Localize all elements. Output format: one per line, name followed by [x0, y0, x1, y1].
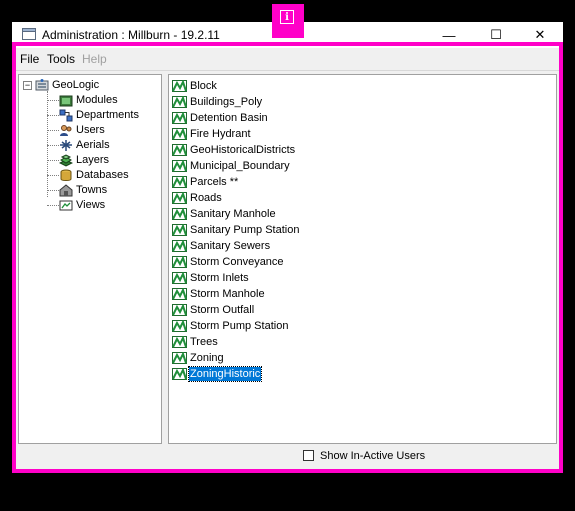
list-item[interactable]: Roads — [172, 190, 223, 205]
list-item[interactable]: Municipal_Boundary — [172, 158, 291, 173]
minimize-button[interactable]: — — [426, 22, 472, 48]
list-item[interactable]: Sanitary Pump Station — [172, 222, 300, 237]
list-item[interactable]: Buildings_Poly — [172, 94, 263, 109]
close-button[interactable]: ✕ — [517, 22, 563, 48]
tree-item-views[interactable]: Views — [47, 198, 105, 212]
tree-root-geologic[interactable]: − GeoLogic — [23, 78, 99, 92]
map-layer-icon — [172, 351, 187, 364]
modules-icon — [59, 95, 73, 106]
show-inactive-label[interactable]: Show In-Active Users — [320, 450, 425, 462]
app-icon — [22, 28, 36, 40]
list-item[interactable]: Sanitary Manhole — [172, 206, 277, 221]
menu-tools[interactable]: Tools — [47, 52, 75, 66]
tree-item-departments[interactable]: Departments — [47, 108, 139, 122]
list-item[interactable]: GeoHistoricalDistricts — [172, 142, 296, 157]
map-layer-icon — [172, 191, 187, 204]
list-item[interactable]: Fire Hydrant — [172, 126, 252, 141]
aerials-icon — [60, 139, 72, 151]
map-layer-icon — [172, 335, 187, 348]
server-icon — [35, 78, 49, 90]
collapse-toggle-icon[interactable]: − — [23, 80, 32, 90]
users-icon — [60, 124, 72, 136]
map-layer-icon — [172, 175, 187, 188]
tree-item-databases[interactable]: Databases — [47, 168, 129, 182]
show-inactive-checkbox[interactable] — [303, 450, 314, 461]
tree-item-towns[interactable]: Towns — [47, 183, 107, 197]
tree-item-layers[interactable]: Layers — [47, 153, 109, 167]
map-layer-icon — [172, 223, 187, 236]
map-layer-icon — [172, 207, 187, 220]
navigation-tree[interactable]: − GeoLogic Modules Departments Users Aer… — [18, 74, 162, 444]
tree-item-aerials[interactable]: Aerials — [47, 138, 110, 152]
list-item[interactable]: Block — [172, 78, 218, 93]
list-item[interactable]: Sanitary Sewers — [172, 238, 271, 253]
admin-window: Administration : Millburn - 19.2.11 — ☐ … — [12, 22, 563, 469]
menu-file[interactable]: File — [20, 52, 39, 66]
databases-icon — [60, 169, 72, 181]
towns-icon — [59, 183, 73, 196]
maximize-button[interactable]: ☐ — [473, 22, 519, 48]
map-layer-icon — [172, 319, 187, 332]
map-layer-icon — [172, 287, 187, 300]
list-item[interactable]: Zoning — [172, 350, 225, 365]
list-item[interactable]: Trees — [172, 334, 219, 349]
layers-list[interactable]: Block Buildings_Poly Detention Basin Fir… — [168, 74, 557, 444]
info-icon: i — [280, 10, 294, 24]
map-layer-icon — [172, 367, 187, 380]
views-icon — [59, 200, 73, 210]
list-item[interactable]: Storm Conveyance — [172, 254, 285, 269]
window-title: Administration : Millburn - 19.2.11 — [42, 28, 220, 42]
list-item[interactable]: Storm Outfall — [172, 302, 255, 317]
tree-root-label: GeoLogic — [52, 79, 100, 91]
layers-icon — [59, 153, 73, 167]
map-layer-icon — [172, 255, 187, 268]
list-item[interactable]: Detention Basin — [172, 110, 269, 125]
map-layer-icon — [172, 79, 187, 92]
map-layer-icon — [172, 303, 187, 316]
list-item[interactable]: Parcels ** — [172, 174, 239, 189]
footer-bar: Show In-Active Users — [168, 446, 557, 466]
map-layer-icon — [172, 111, 187, 124]
list-item[interactable]: Storm Pump Station — [172, 318, 289, 333]
list-item-selected[interactable]: ZoningHistoric — [172, 365, 263, 382]
map-layer-icon — [172, 159, 187, 172]
map-layer-icon — [172, 127, 187, 140]
map-layer-icon — [172, 95, 187, 108]
menu-help: Help — [82, 52, 107, 66]
list-item[interactable]: Storm Manhole — [172, 286, 266, 301]
map-layer-icon — [172, 271, 187, 284]
departments-icon — [59, 109, 73, 121]
map-layer-icon — [172, 239, 187, 252]
map-layer-icon — [172, 143, 187, 156]
menu-bar: File Tools Help — [12, 48, 563, 71]
tree-item-modules[interactable]: Modules — [47, 93, 118, 107]
list-item[interactable]: Storm Inlets — [172, 270, 250, 285]
tree-item-users[interactable]: Users — [47, 123, 105, 137]
